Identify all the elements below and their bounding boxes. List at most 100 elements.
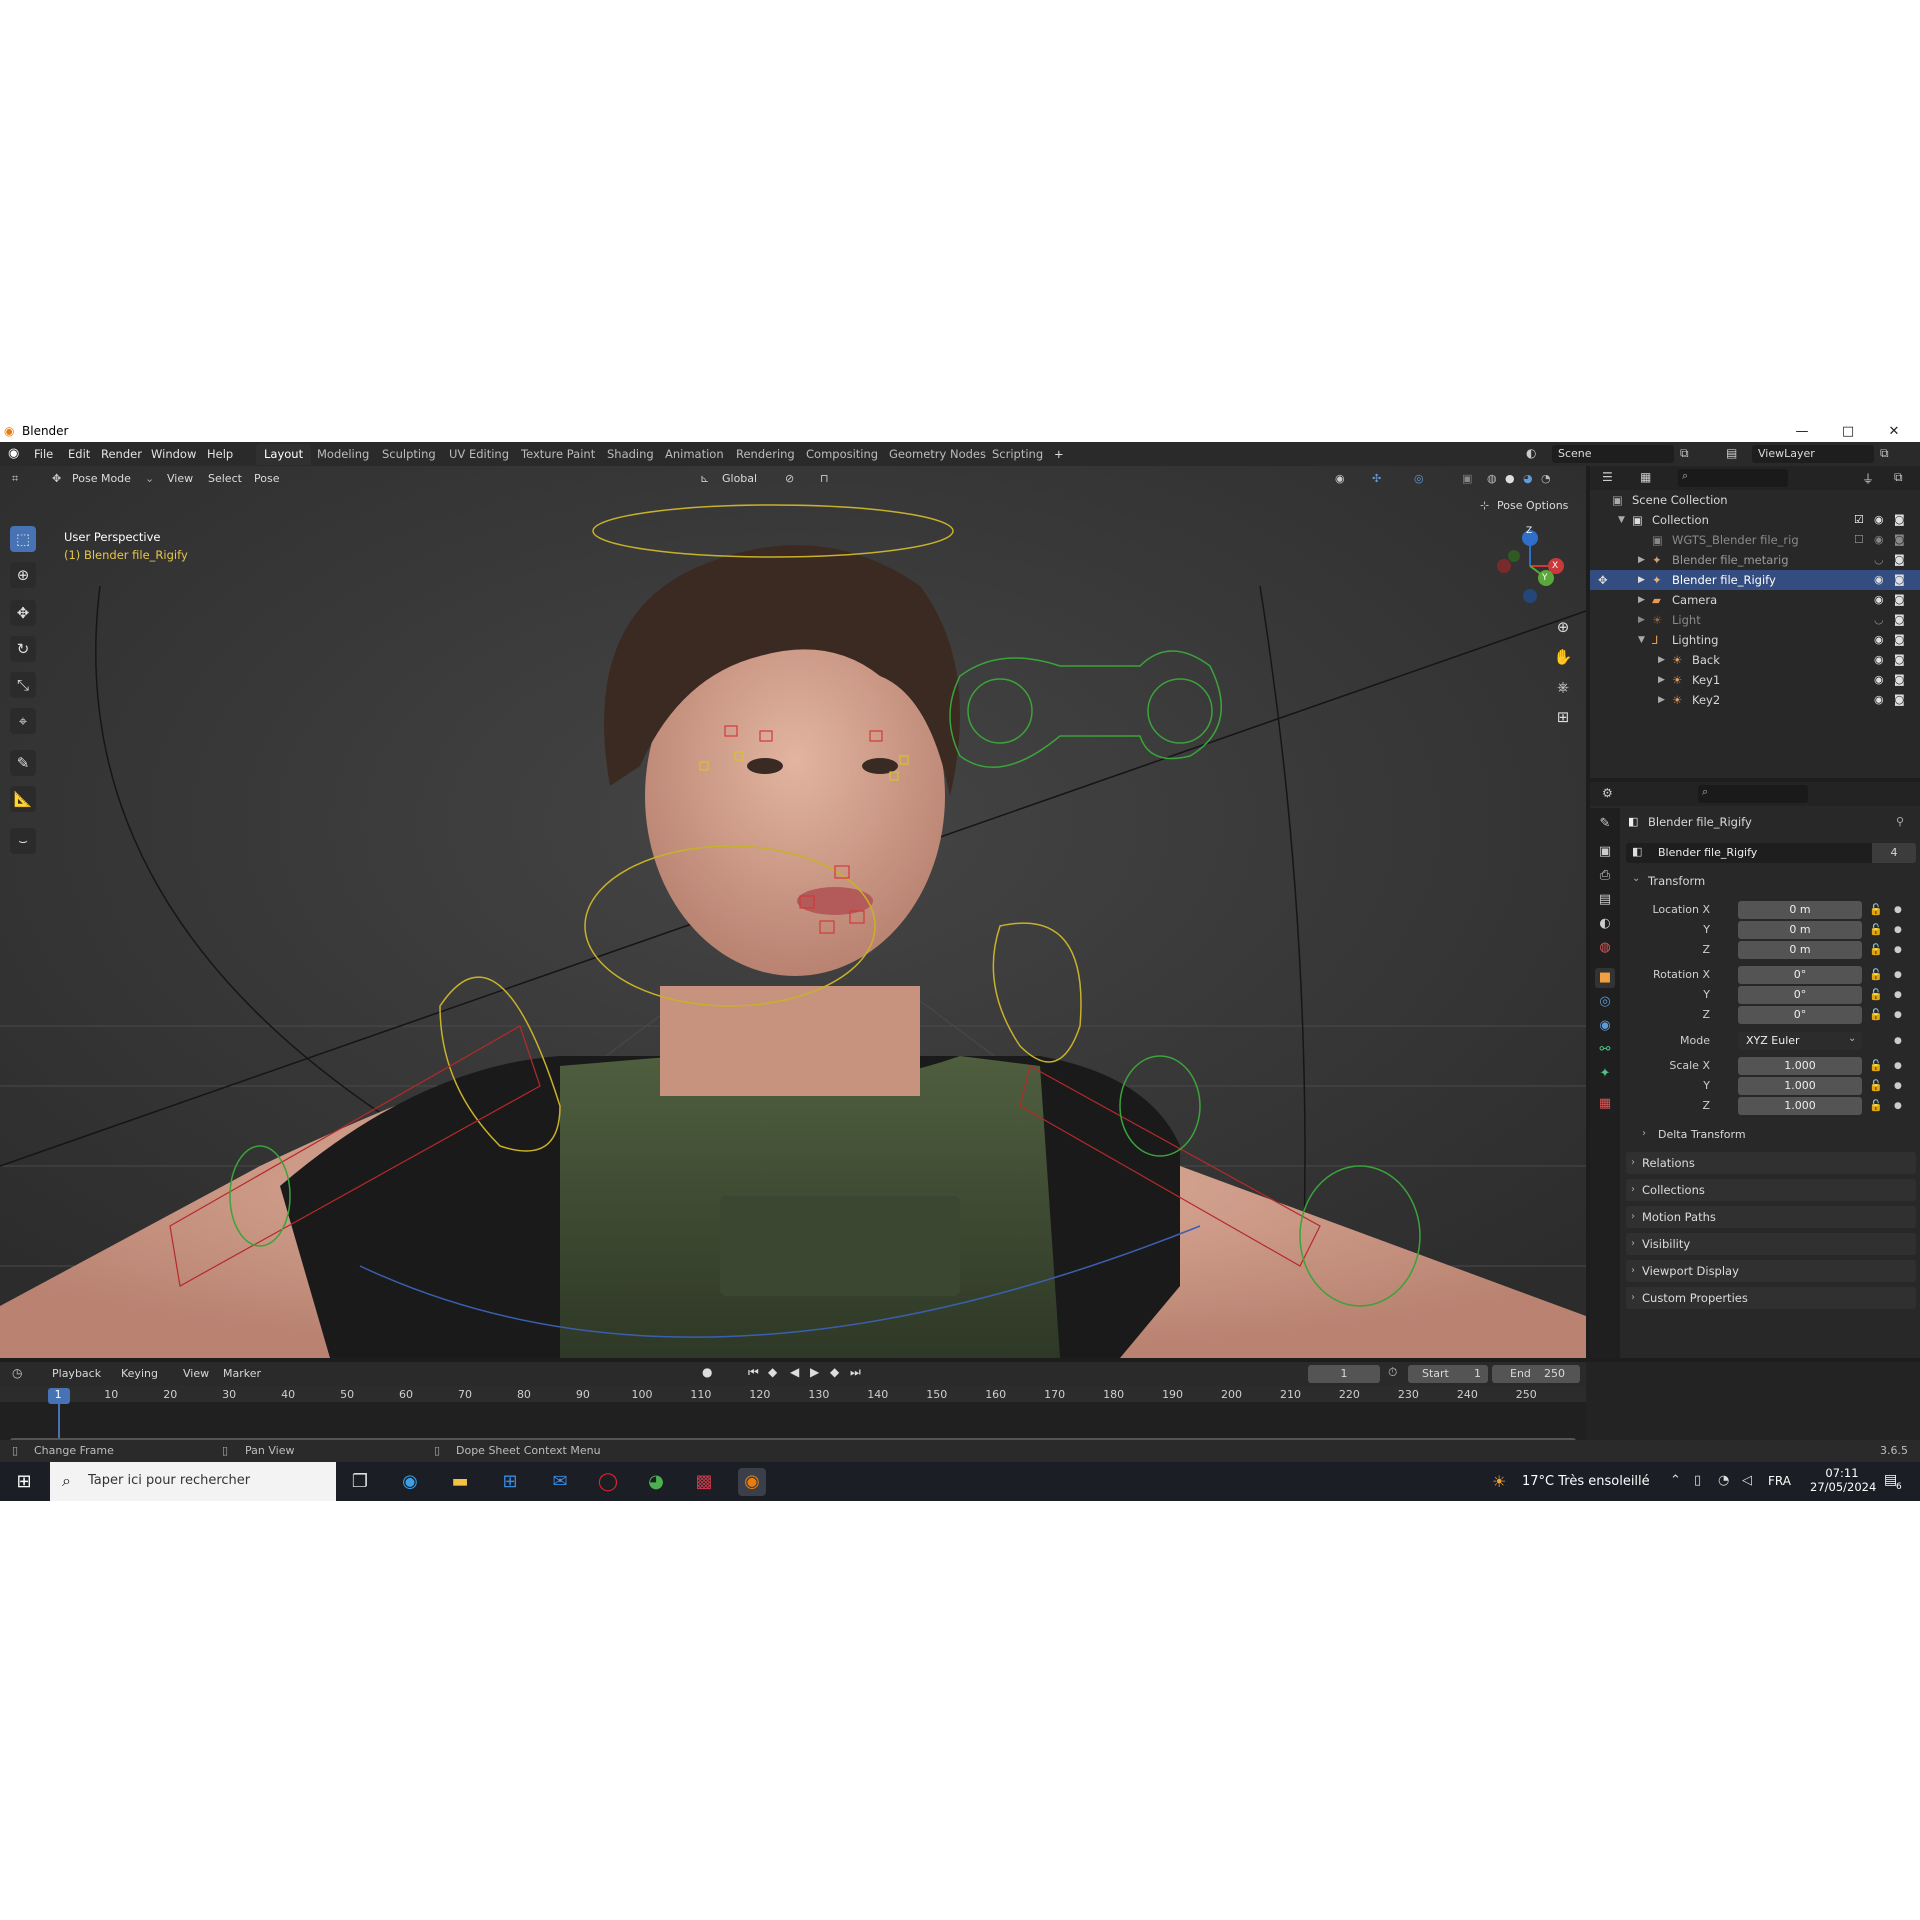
outliner-row-key2[interactable]: ▶ ☀ Key2 ◉ ◙: [1590, 690, 1920, 710]
measure-tool[interactable]: 📐: [10, 786, 36, 812]
task-view-icon[interactable]: ❐: [346, 1468, 374, 1496]
pivot-point-icon[interactable]: ⊘: [785, 470, 794, 488]
eye-closed-icon[interactable]: ◡: [1874, 550, 1884, 570]
pin-icon[interactable]: ⚲: [1896, 815, 1904, 828]
camera-view-icon[interactable]: ⎈: [1550, 674, 1576, 700]
outliner-row-rigify[interactable]: ✥ ▶ ✦ Blender file_Rigify ◉ ◙: [1590, 570, 1920, 590]
keyframe-dot-icon[interactable]: ●: [1894, 1081, 1902, 1091]
lock-icon[interactable]: 🔓: [1869, 968, 1883, 981]
chrome-icon[interactable]: ◕: [642, 1468, 670, 1496]
input-language[interactable]: FRA: [1768, 1474, 1791, 1488]
rotate-tool[interactable]: ↻: [10, 636, 36, 662]
scale-z-field[interactable]: 1.000: [1738, 1097, 1862, 1115]
texture-tab-icon[interactable]: ▦: [1595, 1094, 1615, 1114]
new-scene-icon[interactable]: ⧉: [1680, 446, 1689, 461]
checkbox-icon[interactable]: ☐: [1854, 530, 1864, 550]
windows-start-icon[interactable]: ⊞: [10, 1468, 38, 1496]
tray-chevron-icon[interactable]: ⌃: [1670, 1473, 1681, 1488]
expand-arrow-icon[interactable]: ▶: [1638, 590, 1645, 610]
modifiers-tab-icon[interactable]: ◎: [1595, 992, 1615, 1012]
rotation-x-field[interactable]: 0°: [1738, 966, 1862, 984]
location-y-field[interactable]: 0 m: [1738, 921, 1862, 939]
transform-tool[interactable]: ⌖: [10, 708, 36, 734]
keyframe-dot-icon[interactable]: ●: [1894, 970, 1902, 980]
outliner-editor-icon[interactable]: ☰: [1602, 470, 1613, 484]
keyframe-dot-icon[interactable]: ●: [1894, 905, 1902, 915]
expand-arrow-icon[interactable]: ▶: [1658, 670, 1665, 690]
clock[interactable]: 07:11 27/05/2024: [1810, 1464, 1876, 1500]
checkbox-icon[interactable]: ☑: [1854, 510, 1864, 530]
outliner-row-lighting[interactable]: ▼ ⅃ Lighting ◉ ◙: [1590, 630, 1920, 650]
tab-shading[interactable]: Shading: [599, 444, 662, 465]
record-icon[interactable]: ●: [702, 1365, 712, 1379]
properties-search-input[interactable]: [1698, 785, 1808, 803]
menu-view[interactable]: View: [183, 1367, 209, 1380]
timeline-editor-icon[interactable]: ◷: [12, 1366, 22, 1380]
lock-icon[interactable]: 🔓: [1869, 923, 1883, 936]
minimize-button[interactable]: —: [1780, 421, 1824, 442]
outliner-row-collection[interactable]: ▼ ▣ Collection ☑ ◉ ◙: [1590, 510, 1920, 530]
tab-uv-editing[interactable]: UV Editing: [441, 444, 517, 465]
tab-scripting[interactable]: Scripting: [984, 444, 1051, 465]
relax-pose-tool[interactable]: ⌣: [10, 828, 36, 854]
view-layer-selector[interactable]: ViewLayer: [1752, 445, 1874, 463]
object-data-block[interactable]: ◧ Blender file_Rigify 4: [1626, 843, 1916, 863]
expand-arrow-icon[interactable]: ▶: [1658, 690, 1665, 710]
eye-icon[interactable]: ◉: [1874, 690, 1884, 710]
keyframe-dot-icon[interactable]: ●: [1894, 945, 1902, 955]
expand-arrow-icon[interactable]: ▶: [1658, 650, 1665, 670]
tool-tab-icon[interactable]: ✎: [1595, 814, 1615, 834]
camera-icon[interactable]: ◙: [1894, 550, 1905, 570]
winrar-icon[interactable]: ▩: [690, 1468, 718, 1496]
weather-text[interactable]: 17°C Très ensoleillé: [1522, 1474, 1650, 1489]
location-z-field[interactable]: 0 m: [1738, 941, 1862, 959]
play-icon[interactable]: ▶: [810, 1365, 819, 1379]
tab-geometry-nodes[interactable]: Geometry Nodes: [881, 444, 994, 465]
camera-icon[interactable]: ◙: [1894, 590, 1905, 610]
tab-sculpting[interactable]: Sculpting: [374, 444, 444, 465]
menu-select[interactable]: Select: [208, 470, 242, 488]
relations-panel[interactable]: › Relations: [1626, 1152, 1916, 1174]
outliner-row-light[interactable]: ▶ ☀ Light ◡ ◙: [1590, 610, 1920, 630]
edge-icon[interactable]: ◉: [396, 1468, 424, 1496]
menu-help[interactable]: Help: [207, 447, 233, 461]
menu-edit[interactable]: Edit: [68, 447, 90, 461]
move-tool[interactable]: ✥: [10, 600, 36, 626]
rendered-shading-icon[interactable]: ◔: [1541, 470, 1551, 488]
start-frame-field[interactable]: Start 1: [1408, 1365, 1488, 1383]
overlays-toggle-icon[interactable]: ◎: [1414, 470, 1424, 488]
battery-icon[interactable]: ▯: [1694, 1473, 1701, 1488]
editor-type-icon[interactable]: ⌗: [12, 470, 18, 488]
material-shading-icon[interactable]: ◕: [1523, 470, 1533, 488]
location-x-field[interactable]: 0 m: [1738, 901, 1862, 919]
lock-icon[interactable]: 🔓: [1869, 903, 1883, 916]
annotate-tool[interactable]: ✎: [10, 750, 36, 776]
mode-selector[interactable]: Pose Mode: [72, 470, 131, 488]
camera-icon[interactable]: ◙: [1894, 530, 1905, 550]
viewport-display-panel[interactable]: › Viewport Display: [1626, 1260, 1916, 1282]
rotation-z-field[interactable]: 0°: [1738, 1006, 1862, 1024]
jump-end-icon[interactable]: ⏭: [850, 1365, 861, 1380]
eye-closed-icon[interactable]: ◡: [1874, 610, 1884, 630]
keyframe-dot-icon[interactable]: ●: [1894, 1101, 1902, 1111]
new-view-layer-icon[interactable]: ⧉: [1880, 446, 1889, 461]
filter-icon[interactable]: ⏚: [1862, 470, 1874, 487]
expand-arrow-icon[interactable]: ▶: [1638, 610, 1645, 630]
store-icon[interactable]: ⊞: [496, 1468, 524, 1496]
keyframe-dot-icon[interactable]: ●: [1894, 1010, 1902, 1020]
perspective-toggle-icon[interactable]: ⊞: [1550, 704, 1576, 730]
menu-file[interactable]: File: [34, 447, 53, 461]
maximize-button[interactable]: □: [1826, 421, 1870, 442]
zoom-icon[interactable]: ⊕: [1550, 614, 1576, 640]
close-button[interactable]: ✕: [1872, 421, 1916, 442]
blender-taskbar-icon[interactable]: ◉: [738, 1468, 766, 1496]
lock-icon[interactable]: 🔓: [1869, 1099, 1883, 1112]
solid-shading-icon[interactable]: ●: [1505, 470, 1515, 488]
delta-transform-subpanel[interactable]: › Delta Transform: [1636, 1124, 1916, 1146]
tab-animation[interactable]: Animation: [657, 444, 732, 465]
scene-selector[interactable]: Scene: [1552, 445, 1674, 463]
constraints-tab-icon[interactable]: ⚯: [1595, 1040, 1615, 1060]
eye-icon[interactable]: ◉: [1874, 650, 1884, 670]
render-tab-icon[interactable]: ▣: [1595, 842, 1615, 862]
wifi-icon[interactable]: ◔: [1718, 1473, 1729, 1488]
